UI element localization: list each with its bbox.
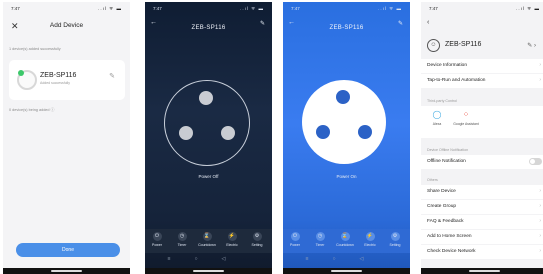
add-device-screen: 7:47 ..ıl ᯤ ▬ ✕ Add Device 1 device(s) a…	[3, 2, 130, 274]
chevron-right-icon: ›	[539, 203, 541, 209]
timer-icon: ◷	[315, 232, 325, 241]
google-assistant-option[interactable]: ⁘ Google Assistant	[453, 110, 479, 126]
bolt-icon: ⚡	[227, 232, 237, 241]
power-state: Power On	[336, 174, 357, 179]
countdown-icon: ⌛	[340, 232, 350, 241]
socket-hole	[358, 125, 372, 139]
gear-icon: ⚙	[252, 232, 262, 241]
gear-icon: ⚙	[390, 232, 400, 241]
others-label: Others	[427, 178, 438, 182]
back-icon[interactable]: ‹	[427, 19, 429, 26]
row-add-home-screen[interactable]: Add to Home Screen ›	[421, 230, 543, 244]
row-device-information[interactable]: Device Information ›	[421, 59, 543, 73]
plug-off-screen: 7:47 ..ıl ᯤ ▬ ← ✎ ZEB-SP116 Power Off ⏻ P…	[145, 2, 272, 274]
row-create-group[interactable]: Create Group ›	[421, 200, 543, 214]
third-party-label: Third-party Control	[427, 99, 457, 103]
device-icon	[17, 70, 37, 90]
socket-hole	[336, 90, 350, 104]
home-indicator	[3, 268, 130, 274]
signal-icon: ..ıl ᯤ ▬	[240, 6, 264, 11]
device-name: ZEB-SP116	[40, 72, 77, 79]
timer-icon: ◷	[177, 232, 187, 241]
countdown-button[interactable]: ⌛ Countdown	[334, 232, 356, 247]
status-time: 7:47	[153, 6, 162, 11]
signal-icon: ..ıl ᯤ ▬	[516, 6, 540, 11]
row-check-network[interactable]: Check Device Network ›	[421, 245, 543, 259]
chevron-right-icon: ›	[539, 233, 541, 239]
row-share-device[interactable]: Share Device ›	[421, 185, 543, 199]
status-bar: 7:47 ..ıl ᯤ ▬	[145, 2, 272, 14]
electric-button[interactable]: ⚡ Electric	[221, 232, 243, 247]
alexa-icon: ◯	[432, 110, 442, 119]
signal-icon: ..ıl ᯤ ▬	[378, 6, 402, 11]
home-indicator	[145, 268, 272, 274]
home-indicator	[283, 268, 410, 274]
status-bar: 7:47 ..ıl ᯤ ▬	[421, 2, 543, 14]
system-nav: ≡○◁	[167, 256, 250, 262]
system-nav: ≡○◁	[305, 256, 388, 262]
done-button[interactable]: Done	[16, 243, 120, 257]
info-icon: ⓘ	[50, 108, 55, 112]
chevron-right-icon: ›	[539, 188, 541, 194]
control-bar: ⏻ Power ◷ Timer ⌛ Countdown ⚡ Electric ⚙ Sett…	[283, 229, 410, 253]
home-indicator	[421, 268, 543, 274]
added-count-label: 1 device(s) added successfully	[9, 47, 61, 51]
countdown-icon: ⌛	[202, 232, 212, 241]
device-settings-screen: 7:47 ..ıl ᯤ ▬ ‹ ☺ ZEB-SP116 ✎ › Device I…	[421, 2, 543, 274]
device-avatar-icon: ☺	[427, 39, 440, 52]
timer-button[interactable]: ◷ Timer	[309, 232, 331, 247]
power-icon: ⏻	[152, 232, 162, 241]
signal-icon: ..ıl ᯤ ▬	[98, 6, 122, 11]
page-title: Add Device	[49, 22, 84, 29]
chevron-right-icon: ›	[539, 248, 541, 254]
chevron-right-icon: ›	[539, 218, 541, 224]
control-bar: ⏻ Power ◷ Timer ⌛ Countdown ⚡ Electric ⚙ Sett…	[145, 229, 272, 253]
row-tap-to-run[interactable]: Tap-to-Run and Automation ›	[421, 74, 543, 88]
socket-graphic[interactable]	[302, 80, 386, 164]
chevron-right-icon: ›	[539, 62, 541, 68]
socket-hole	[179, 126, 193, 140]
electric-button[interactable]: ⚡ Electric	[359, 232, 381, 247]
setting-button[interactable]: ⚙ Setting	[384, 232, 406, 247]
being-added-label: 0 device(s) being added ⓘ	[9, 108, 55, 112]
power-icon: ⏻	[290, 232, 300, 241]
status-time: 7:47	[291, 6, 300, 11]
offline-section-label: Device Offline Notification	[427, 148, 469, 152]
setting-button[interactable]: ⚙ Setting	[246, 232, 268, 247]
device-name: ZEB-SP116	[445, 41, 482, 48]
device-card[interactable]: ZEB-SP116 Added successfully ✎	[9, 60, 125, 100]
edit-icon[interactable]: ✎ ›	[527, 42, 536, 49]
plug-on-screen: 7:47 ..ıl ᯤ ▬ ← ✎ ZEB-SP116 Power On ⏻ Po…	[283, 2, 410, 274]
google-assistant-icon: ⁘	[462, 110, 470, 119]
socket-hole	[221, 126, 235, 140]
power-button[interactable]: ⏻ Power	[284, 232, 306, 247]
power-state: Power Off	[198, 174, 219, 179]
edit-icon[interactable]: ✎	[109, 72, 115, 80]
row-faq-feedback[interactable]: FAQ & Feedback ›	[421, 215, 543, 229]
device-status: Added successfully	[40, 81, 70, 85]
page-title: ZEB-SP116	[329, 25, 364, 31]
socket-hole	[316, 125, 330, 139]
status-time: 7:47	[429, 6, 438, 11]
status-time: 7:47	[11, 6, 20, 11]
success-icon	[18, 70, 24, 76]
alexa-option[interactable]: ◯ Alexa	[424, 110, 450, 126]
page-title: ZEB-SP116	[191, 25, 226, 31]
chevron-right-icon: ›	[539, 77, 541, 83]
offline-toggle[interactable]	[529, 158, 542, 165]
status-bar: 7:47 ..ıl ᯤ ▬	[283, 2, 410, 14]
countdown-button[interactable]: ⌛ Countdown	[196, 232, 218, 247]
socket-hole	[199, 91, 213, 105]
row-offline-notification: Offline Notification	[421, 155, 543, 169]
bolt-icon: ⚡	[365, 232, 375, 241]
status-bar: 7:47 ..ıl ᯤ ▬	[3, 2, 130, 14]
timer-button[interactable]: ◷ Timer	[171, 232, 193, 247]
power-button[interactable]: ⏻ Power	[146, 232, 168, 247]
socket-graphic[interactable]	[164, 80, 250, 166]
